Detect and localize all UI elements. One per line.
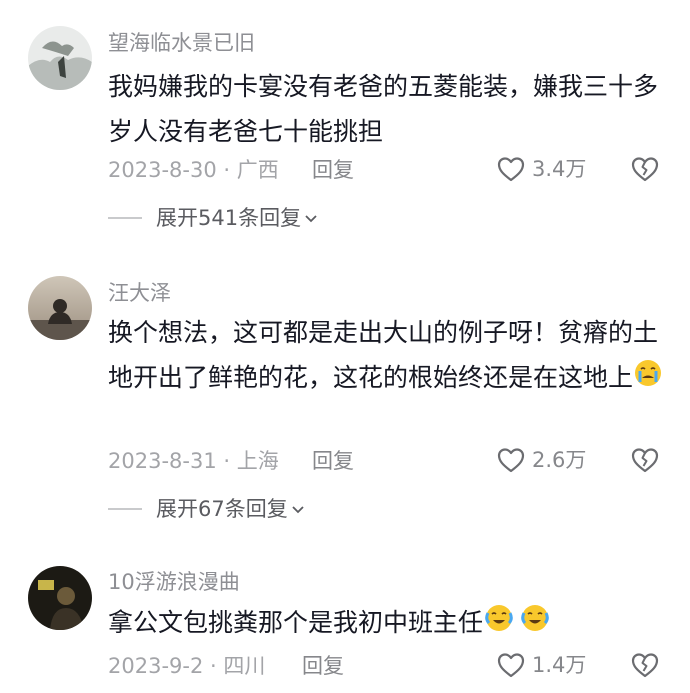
reply-button[interactable]: 回复 bbox=[312, 155, 354, 185]
divider-line bbox=[108, 217, 142, 219]
expand-replies-label: 展开67条回复 bbox=[156, 497, 288, 521]
username[interactable]: 汪大泽 bbox=[108, 279, 171, 307]
dislike-button[interactable] bbox=[630, 155, 660, 187]
avatar[interactable] bbox=[28, 26, 92, 90]
divider-line bbox=[108, 508, 142, 510]
comment-date-location: 2023-9-2 · 四川 bbox=[108, 654, 266, 678]
comment-text: 我妈嫌我的卡宴没有老爸的五菱能装，嫌我三十多岁人没有老爸七十能挑担 bbox=[108, 72, 659, 146]
avatar[interactable] bbox=[28, 566, 92, 630]
comment-text: 拿公文包挑粪那个是我初中班主任 bbox=[108, 600, 668, 647]
comment-text: 换个想法，这可都是走出大山的例子呀！贫瘠的土地开出了鲜艳的花，这花的根始终还是在… bbox=[108, 310, 668, 402]
broken-heart-icon bbox=[631, 448, 659, 473]
like-count: 1.4万 bbox=[532, 653, 587, 677]
comment-text-content: 换个想法，这可都是走出大山的例子呀！贫瘠的土地开出了鲜艳的花，这花的根始终还是在… bbox=[108, 318, 659, 392]
dislike-button[interactable] bbox=[630, 446, 660, 478]
username[interactable]: 望海临水景已旧 bbox=[108, 29, 255, 57]
expand-replies-label: 展开541条回复 bbox=[156, 206, 302, 230]
heart-outline-icon bbox=[497, 448, 525, 473]
like-button[interactable]: 1.4万 bbox=[496, 650, 586, 680]
username[interactable]: 10浮游浪漫曲 bbox=[108, 568, 240, 596]
expand-replies[interactable]: 展开67条回复 bbox=[108, 494, 306, 524]
comment-text-content: 拿公文包挑粪那个是我初中班主任 bbox=[108, 608, 484, 637]
heart-outline-icon bbox=[497, 653, 525, 678]
expand-replies[interactable]: 展开541条回复 bbox=[108, 203, 319, 233]
like-count: 2.6万 bbox=[532, 448, 587, 472]
chevron-down-icon bbox=[305, 215, 317, 223]
crying-face-emoji bbox=[483, 602, 515, 647]
broken-heart-icon bbox=[631, 653, 659, 678]
reply-button[interactable]: 回复 bbox=[312, 446, 354, 476]
like-button[interactable]: 2.6万 bbox=[496, 445, 586, 475]
dislike-button[interactable] bbox=[630, 651, 660, 683]
comment-date-location: 2023-8-30 · 广西 bbox=[108, 158, 279, 182]
chevron-down-icon bbox=[292, 506, 304, 514]
like-button[interactable]: 3.4万 bbox=[496, 154, 586, 184]
reply-button[interactable]: 回复 bbox=[302, 651, 344, 681]
broken-heart-icon bbox=[631, 157, 659, 182]
avatar[interactable] bbox=[28, 276, 92, 340]
like-count: 3.4万 bbox=[532, 157, 587, 181]
heart-outline-icon bbox=[497, 157, 525, 182]
crying-face-emoji bbox=[633, 357, 663, 402]
crying-face-emoji bbox=[519, 602, 551, 647]
comment-date-location: 2023-8-31 · 上海 bbox=[108, 449, 279, 473]
